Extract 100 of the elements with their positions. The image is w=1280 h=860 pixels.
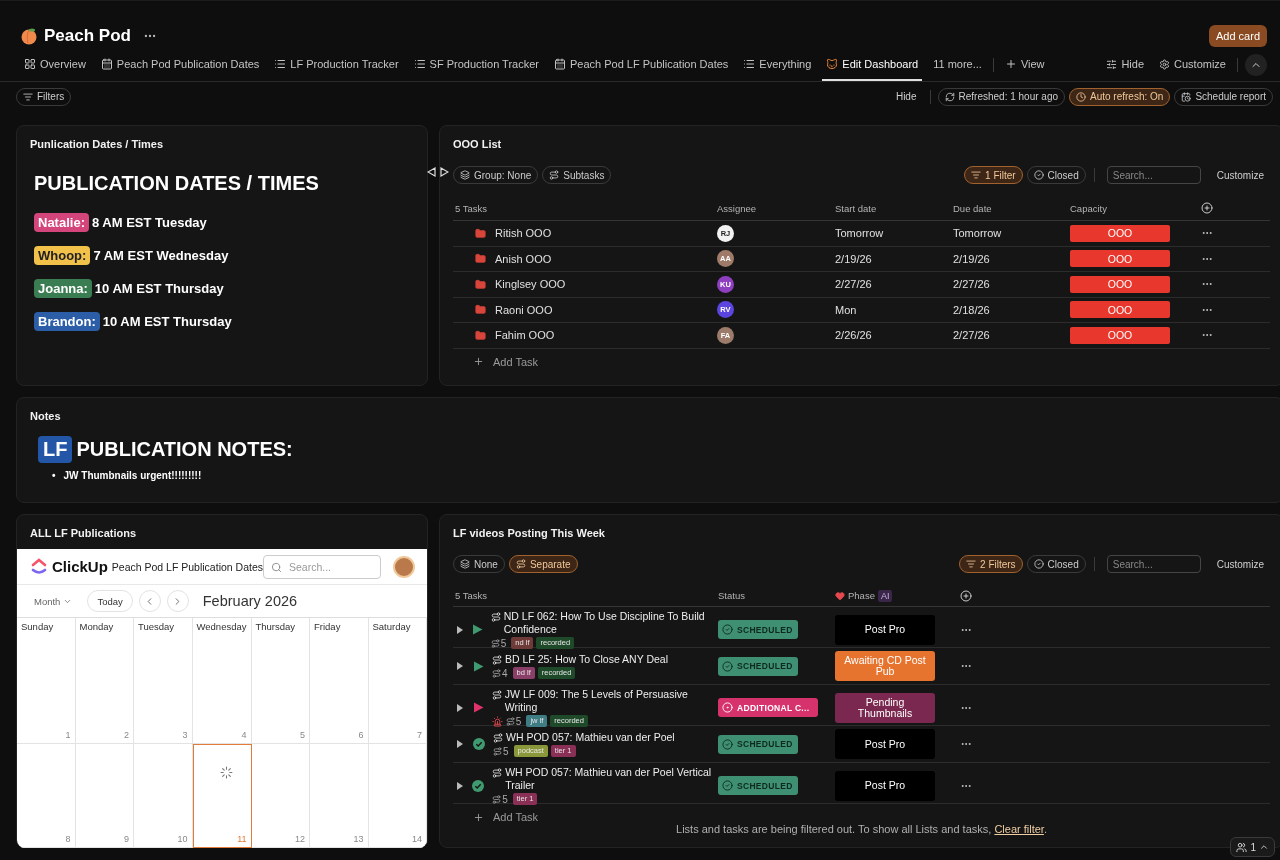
phase-label[interactable]: Post Pro [835,770,935,801]
calendar-day[interactable]: Tuesday 3 [134,618,193,744]
customize-button[interactable]: Customize [1155,49,1230,81]
task-name[interactable]: Kinglsey OOO [495,278,566,291]
calendar-day[interactable]: Wednesday 4 [192,618,252,744]
phase-label[interactable]: Post Pro [835,614,935,645]
grid-icon [24,58,36,70]
resize-handle-icon[interactable] [427,167,449,177]
plus-icon [473,356,484,367]
calendar-day[interactable]: 14 [368,744,427,848]
calendar-day[interactable]: 8 [17,744,76,848]
task-name[interactable]: Raoni OOO [495,303,553,316]
subtasks-icon [492,668,501,678]
layers-icon [460,170,470,180]
view-tab[interactable]: Overview [20,49,90,81]
task-title[interactable]: WH POD 057: Mathieu van der Poel Vertical Trailer [505,766,718,793]
expand-icon[interactable] [457,662,465,670]
search-field[interactable]: Search... [1106,166,1201,184]
task-title[interactable]: BD LF 25: How To Close ANY Deal [505,653,669,666]
add-column-icon[interactable] [960,589,972,602]
view-tab[interactable]: Edit Dashboard [822,49,923,81]
capacity-label: OOO [1070,250,1170,268]
add-task-button[interactable]: Add Task [453,804,1270,823]
hide-button[interactable]: Hide [889,91,923,102]
more-views-tab[interactable]: 11 more... [929,49,986,81]
view-tab[interactable]: LF Production Tracker [270,49,403,81]
calendar-day[interactable]: 12 [251,744,310,848]
collapse-button[interactable] [1245,54,1267,76]
expand-icon[interactable] [457,781,465,790]
task-name[interactable]: Ritish OOO [495,227,552,240]
view-tab[interactable]: SF Production Tracker [409,49,543,81]
auto-refresh-button[interactable]: Auto refresh: On [1069,87,1171,106]
phase-label[interactable]: Post Pro [835,729,935,760]
day-number: 9 [124,834,129,844]
customize-button[interactable]: Customize [1210,558,1270,570]
ring-icon [722,702,733,714]
expand-icon[interactable] [457,740,465,749]
brand-name: ClickUp [52,558,108,575]
avatar[interactable] [393,555,415,578]
clear-filter-link[interactable]: Clear filter [994,823,1044,835]
view-tab[interactable]: Peach Pod Publication Dates [96,49,264,81]
list-icon [743,58,756,70]
hide-button[interactable]: Hide [1102,49,1149,81]
calendar-day[interactable]: Friday 6 [310,618,369,744]
name-label: Brandon: [34,312,100,331]
calendar-day[interactable]: Sunday 1 [17,618,76,744]
status-label[interactable]: ADDITIONAL C... [718,698,818,718]
calendar-day[interactable]: Thursday 5 [251,618,310,744]
task-name[interactable]: Fahim OOO [495,329,555,342]
calendar-day[interactable]: 10 [134,744,193,848]
check-circle-icon [1033,170,1044,180]
day-number: 5 [300,730,305,740]
heart-icon [835,590,845,601]
view-tab[interactable]: Peach Pod LF Publication Dates [550,49,733,81]
sliders-icon [1106,58,1118,70]
card-title: Punlication Dates / Times [30,138,165,150]
add-task-button[interactable]: Add Task [453,348,1270,368]
add-view-button[interactable]: View [1000,49,1049,81]
calendar-clock-icon [1181,91,1192,102]
today-button[interactable]: Today [87,590,133,612]
day-number: 10 [177,834,188,844]
subtasks-icon [491,690,502,701]
task-title[interactable]: JW LF 009: The 5 Levels of Persuasive Writing [504,688,718,715]
next-button[interactable] [166,590,189,612]
subtask-count: 5 [505,715,522,727]
calendar-day[interactable]: Monday 2 [75,618,134,744]
day-number: 2 [124,730,129,740]
calendar-day[interactable]: 13 [310,744,369,848]
phase-label[interactable]: Pending Thumbnails [835,692,935,723]
subtasks-icon [492,768,503,779]
previous-button[interactable] [138,590,161,612]
task-name[interactable]: Anish OOO [495,252,552,265]
subtasks-button[interactable]: Separate [508,555,578,573]
viewers-button[interactable]: 1 [1230,837,1275,857]
task-title[interactable]: WH POD 057: Mathieu van der Poel [506,731,675,745]
status-label[interactable]: SCHEDULED [718,734,798,754]
subtasks-icon [549,170,560,180]
calendar-day[interactable]: 9 [75,744,134,848]
subtasks-icon [490,612,501,623]
logo-icon [31,558,47,575]
name-label: Joanna: [34,279,92,298]
expand-icon[interactable] [457,625,464,634]
status-label[interactable]: SCHEDULED [718,656,798,676]
add-card-button[interactable]: Add card [1208,25,1267,47]
folder-icon [475,304,486,316]
task-title[interactable]: ND LF 062: How To Use Discipline To Build Confidence [503,610,718,637]
name-label: Natalie: [34,213,89,232]
customize-button[interactable]: Customize [1210,169,1270,181]
weekday-label: Friday [314,621,342,632]
filter-button[interactable]: 2 Filters [959,555,1023,573]
calendar-day[interactable]: Saturday 7 [368,618,427,744]
column-header: Start date [835,202,878,214]
add-column-icon[interactable] [1201,202,1213,214]
filter-button[interactable]: 1 Filter [964,166,1023,184]
status-label[interactable]: SCHEDULED [718,776,798,796]
search-field[interactable]: Search... [1106,555,1201,573]
status-label[interactable]: SCHEDULED [718,620,798,640]
expand-icon[interactable] [457,703,465,712]
column-header: Assignee [717,202,758,214]
view-tab[interactable]: Everything [739,49,816,81]
